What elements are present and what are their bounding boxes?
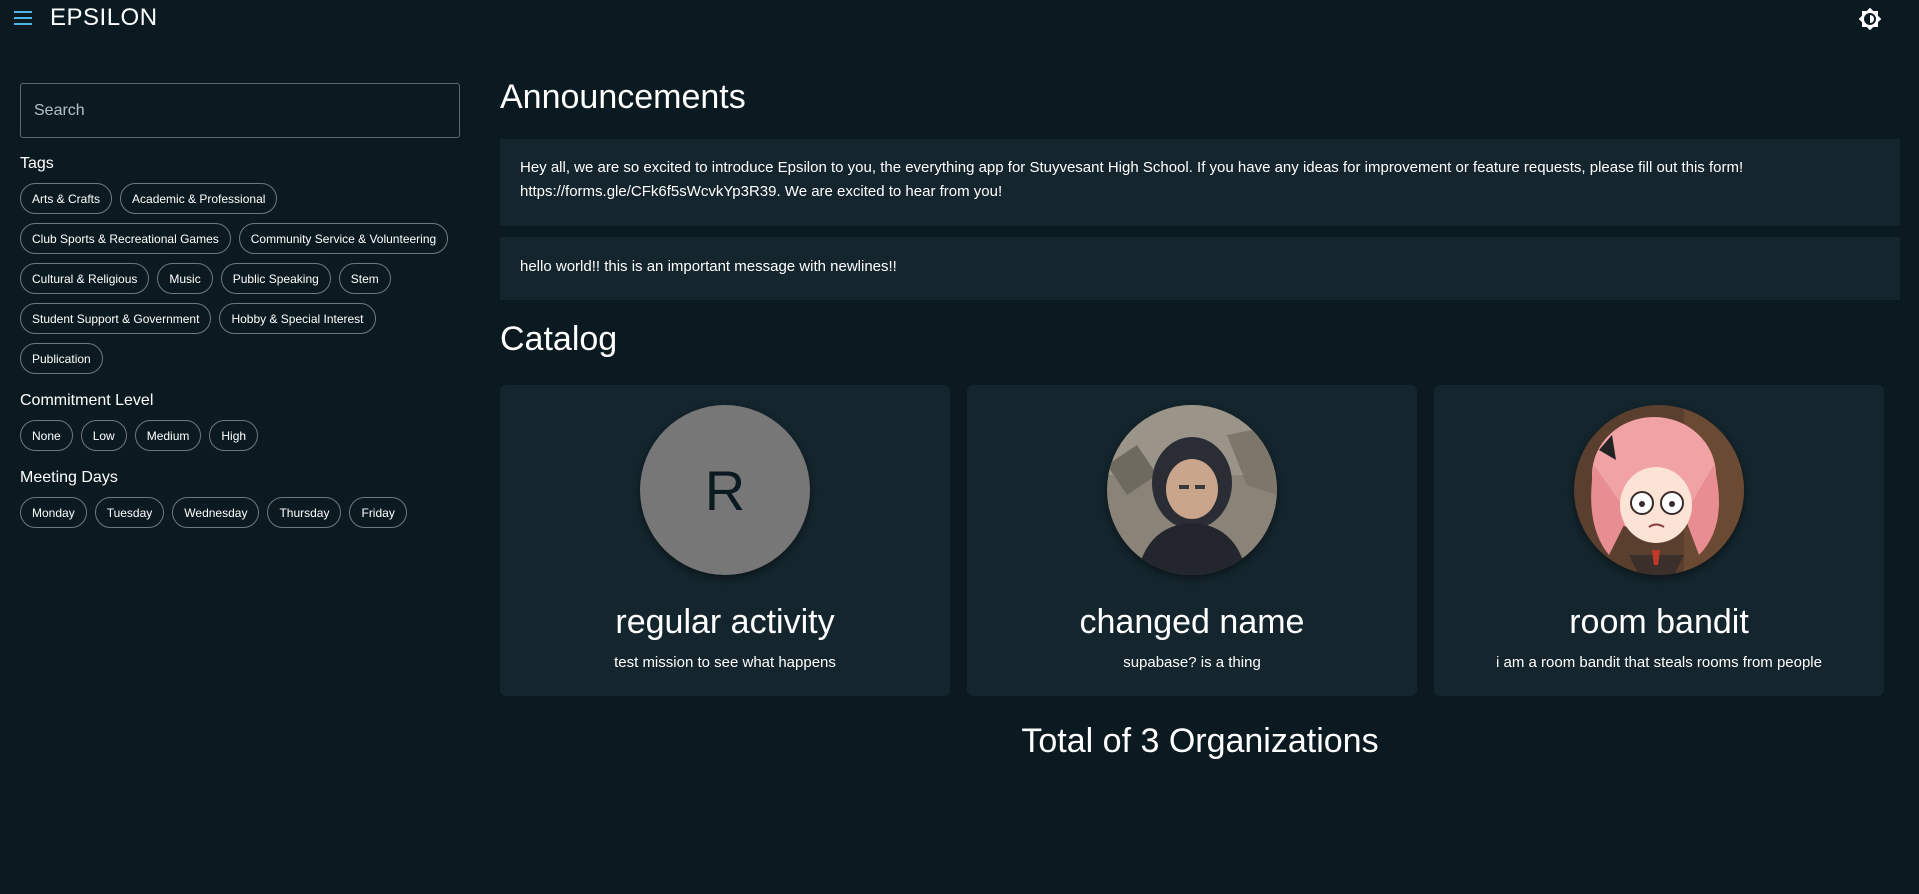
organization-description: test mission to see what happens — [614, 654, 836, 671]
commitment-heading: Commitment Level — [20, 392, 154, 409]
hamburger-menu-icon[interactable] — [14, 8, 36, 28]
announcement-card: Hey all, we are so excited to introduce … — [500, 139, 1900, 226]
tag-chip-cultural-religious[interactable]: Cultural & Religious — [20, 263, 150, 294]
commitment-chip-low[interactable]: Low — [80, 420, 127, 451]
announcement-card: hello world!! this is an important messa… — [500, 237, 1900, 300]
meeting-day-chips: Monday Tuesday Wednesday Thursday Friday — [20, 497, 460, 528]
top-bar: EPSILON — [0, 0, 1919, 36]
organization-card[interactable]: changed name supabase? is a thing — [967, 385, 1417, 696]
organization-description: supabase? is a thing — [1123, 654, 1261, 671]
tag-chip-music[interactable]: Music — [157, 263, 213, 294]
avatar: R — [640, 405, 810, 575]
tag-chip-arts-crafts[interactable]: Arts & Crafts — [20, 183, 113, 214]
tag-chip-stem[interactable]: Stem — [338, 263, 391, 294]
main-content: Announcements Hey all, we are so excited… — [500, 78, 1900, 761]
day-chip-monday[interactable]: Monday — [20, 497, 87, 528]
day-chip-tuesday[interactable]: Tuesday — [94, 497, 165, 528]
app-title: EPSILON — [50, 4, 158, 31]
filter-sidebar: Tags Arts & Crafts Academic & Profession… — [20, 83, 460, 528]
commitment-chips: None Low Medium High — [20, 420, 460, 451]
avatar — [1574, 405, 1744, 575]
tag-chip-club-sports[interactable]: Club Sports & Recreational Games — [20, 223, 231, 254]
organization-name: changed name — [1079, 603, 1305, 641]
search-input[interactable] — [20, 83, 460, 138]
meeting-days-heading: Meeting Days — [20, 469, 118, 486]
organization-name: regular activity — [615, 603, 835, 641]
organization-total: Total of 3 Organizations — [1021, 722, 1379, 760]
tag-chip-hobby[interactable]: Hobby & Special Interest — [219, 303, 376, 334]
tag-chips: Arts & Crafts Academic & Professional Cl… — [20, 183, 460, 374]
tag-chip-public-speaking[interactable]: Public Speaking — [220, 263, 331, 294]
tag-chip-community-service[interactable]: Community Service & Volunteering — [238, 223, 449, 254]
organization-name: room bandit — [1569, 603, 1749, 641]
catalog-title: Catalog — [500, 320, 618, 358]
organization-list: R regular activity test mission to see w… — [500, 385, 1900, 696]
commitment-chip-high[interactable]: High — [209, 420, 259, 451]
organization-card[interactable]: R regular activity test mission to see w… — [500, 385, 950, 696]
day-chip-friday[interactable]: Friday — [349, 497, 407, 528]
day-chip-thursday[interactable]: Thursday — [267, 497, 342, 528]
announcements-title: Announcements — [500, 78, 746, 116]
commitment-chip-medium[interactable]: Medium — [134, 420, 202, 451]
tag-chip-student-support[interactable]: Student Support & Government — [20, 303, 212, 334]
tag-chip-academic-professional[interactable]: Academic & Professional — [120, 183, 278, 214]
brightness-icon[interactable] — [1858, 7, 1882, 31]
organization-description: i am a room bandit that steals rooms fro… — [1496, 654, 1822, 671]
day-chip-wednesday[interactable]: Wednesday — [172, 497, 260, 528]
commitment-chip-none[interactable]: None — [20, 420, 73, 451]
avatar — [1107, 405, 1277, 575]
organization-card[interactable]: room bandit i am a room bandit that stea… — [1434, 385, 1884, 696]
tag-chip-publication[interactable]: Publication — [20, 343, 103, 374]
tags-heading: Tags — [20, 155, 54, 172]
